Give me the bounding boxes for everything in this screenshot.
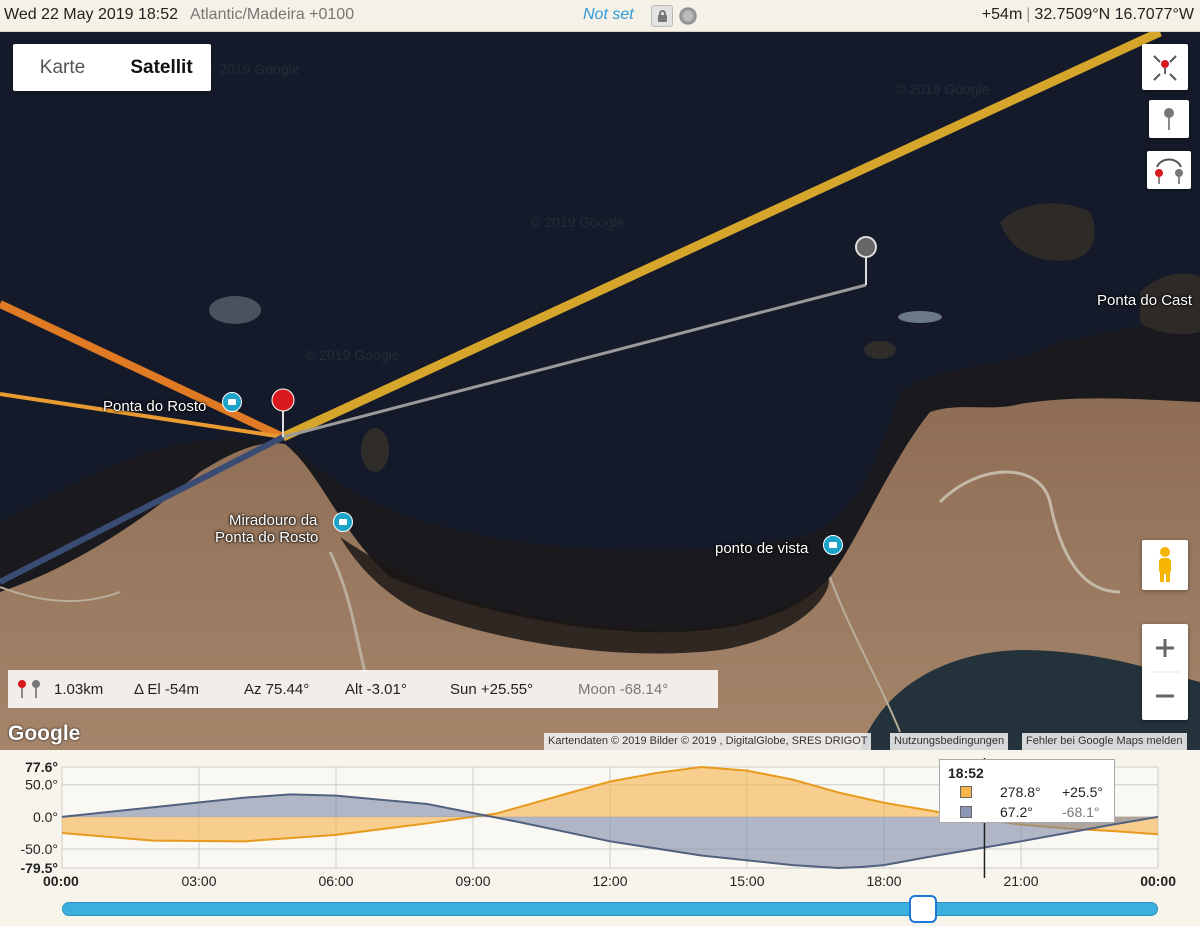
camera-poi-icon[interactable] bbox=[222, 392, 242, 412]
gray-pin-icon bbox=[1164, 108, 1174, 130]
camera-poi-icon[interactable] bbox=[333, 512, 353, 532]
sun-altitude: +25.5° bbox=[1062, 784, 1104, 800]
chart-tooltip: 18:52 278.8° +25.5° 67.2° -68.1° bbox=[939, 759, 1115, 823]
date-time[interactable]: Wed 22 May 2019 18:52 bbox=[4, 6, 178, 24]
moon-swatch bbox=[960, 806, 972, 818]
y-tick-label: 77.6° bbox=[25, 759, 58, 775]
status-not-set[interactable]: Not set bbox=[583, 6, 634, 24]
observer-pin-icon[interactable] bbox=[271, 388, 295, 412]
location-readout[interactable]: +54m | 32.7509°N 16.7077°W bbox=[982, 6, 1194, 24]
x-tick-label: 00:00 bbox=[43, 873, 79, 889]
azimuth-value: Az 75.44° bbox=[244, 681, 310, 698]
map-type-control: Karte Satellit bbox=[13, 44, 211, 91]
top-bar: Wed 22 May 2019 18:52 Atlantic/Madeira +… bbox=[0, 0, 1200, 32]
google-logo: Google bbox=[8, 722, 81, 745]
watermark: © 2019 Google bbox=[205, 61, 300, 77]
x-tick-label: 18:00 bbox=[866, 873, 901, 889]
satellite-map[interactable]: © 2019 Google © 2019 Google © 2019 Googl… bbox=[0, 32, 1200, 750]
watermark: © 2019 Google bbox=[895, 81, 990, 97]
fit-pins-button[interactable] bbox=[1142, 44, 1188, 90]
tooltip-row-moon: 67.2° -68.1° bbox=[960, 803, 1110, 821]
moon-altitude: -68.1° bbox=[1062, 804, 1100, 820]
lock-icon[interactable] bbox=[651, 5, 673, 27]
distance-value: 1.03km bbox=[54, 681, 104, 698]
tooltip-time: 18:52 bbox=[948, 765, 984, 781]
target-pin-icon[interactable] bbox=[855, 236, 877, 258]
x-tick-label: 03:00 bbox=[181, 873, 216, 889]
sun-azimuth: 278.8° bbox=[1000, 784, 1041, 800]
y-tick-label: 50.0° bbox=[25, 777, 58, 793]
x-tick-label: 00:00 bbox=[1140, 873, 1176, 889]
altitude-value: Alt -3.01° bbox=[345, 681, 407, 698]
place-label-ponto-de-vista[interactable]: ponto de vista bbox=[715, 540, 808, 557]
y-tick-label: -50.0° bbox=[20, 841, 58, 857]
street-view-button[interactable] bbox=[1142, 540, 1188, 590]
map-type-karte-button[interactable]: Karte bbox=[13, 44, 112, 91]
place-label-miradouro-line2[interactable]: Ponta do Rosto bbox=[215, 529, 318, 546]
zoom-in-icon[interactable] bbox=[1156, 639, 1174, 657]
report-error-link[interactable]: Fehler bei Google Maps melden bbox=[1022, 733, 1187, 750]
watermark: © 2019 Google bbox=[530, 214, 625, 230]
terms-link[interactable]: Nutzungsbedingungen bbox=[890, 733, 1009, 750]
elevation: +54m bbox=[981, 6, 1023, 23]
elevation-delta-value: Δ El -54m bbox=[134, 681, 200, 698]
map-data-attribution: Kartendaten © 2019 Bilder © 2019 , Digit… bbox=[544, 733, 872, 750]
sun-altitude-value: Sun +25.55° bbox=[450, 681, 534, 698]
map-imagery: © 2019 Google © 2019 Google © 2019 Googl… bbox=[0, 32, 1200, 750]
time-slider-track[interactable] bbox=[62, 902, 1158, 916]
drop-pin-button[interactable] bbox=[1149, 100, 1189, 138]
x-tick-label: 06:00 bbox=[318, 873, 353, 889]
swap-pins-icon bbox=[1155, 158, 1183, 184]
place-label-ponta-do-castelo[interactable]: Ponta do Cast bbox=[1097, 292, 1192, 309]
collapse-arrows-icon bbox=[1153, 55, 1177, 81]
moon-azimuth: 67.2° bbox=[1000, 804, 1033, 820]
x-tick-label: 09:00 bbox=[455, 873, 490, 889]
time-slider-thumb[interactable] bbox=[909, 895, 937, 923]
measurement-info-bar: 1.03km Δ El -54m Az 75.44° Alt -3.01° Su… bbox=[8, 670, 718, 708]
toggle-circle-icon[interactable] bbox=[679, 7, 697, 25]
watermark: © 2019 Google bbox=[305, 347, 400, 363]
sun-swatch bbox=[960, 786, 972, 798]
timezone[interactable]: Atlantic/Madeira +0100 bbox=[190, 6, 354, 24]
map-type-satellit-button[interactable]: Satellit bbox=[112, 44, 211, 91]
zoom-control bbox=[1142, 624, 1188, 720]
pegman-icon bbox=[1159, 547, 1171, 582]
x-tick-label: 15:00 bbox=[729, 873, 764, 889]
moon-altitude-value: Moon -68.14° bbox=[578, 681, 669, 698]
swap-pins-button[interactable] bbox=[1147, 151, 1191, 189]
coordinates: 32.7509°N 16.7077°W bbox=[1034, 6, 1194, 23]
tooltip-row-sun: 278.8° +25.5° bbox=[960, 783, 1110, 801]
place-label-miradouro-line1[interactable]: Miradouro da bbox=[229, 512, 317, 529]
camera-poi-icon[interactable] bbox=[823, 535, 843, 555]
x-tick-label: 21:00 bbox=[1003, 873, 1038, 889]
pins-icon bbox=[18, 680, 40, 698]
place-label-ponta-do-rosto[interactable]: Ponta do Rosto bbox=[103, 398, 206, 415]
x-tick-label: 12:00 bbox=[592, 873, 627, 889]
y-tick-label: 0.0° bbox=[33, 809, 58, 825]
